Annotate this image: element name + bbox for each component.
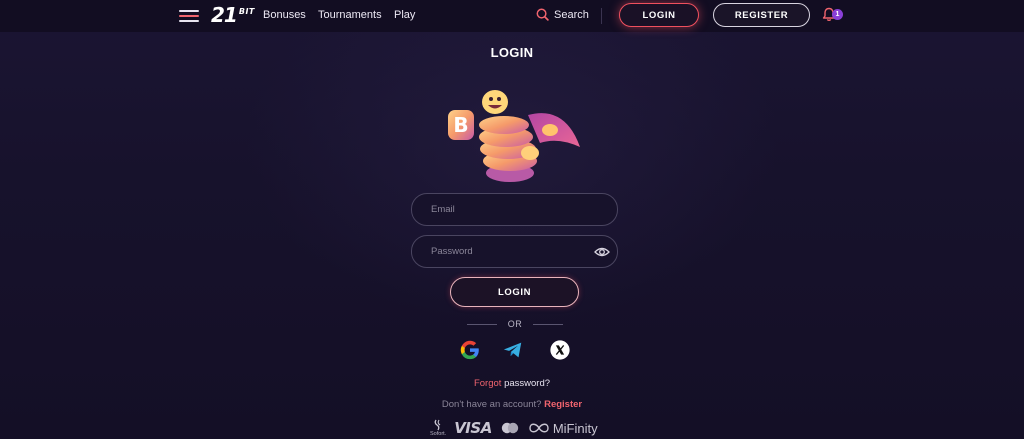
signup-prompt: Don't have an account? Register xyxy=(0,399,1024,410)
password-field[interactable] xyxy=(411,235,618,268)
header-login-button[interactable]: LOGIN xyxy=(619,3,699,27)
search-button[interactable]: Search xyxy=(536,8,589,21)
visa-logo: VISA xyxy=(454,419,492,437)
forgot-password-link[interactable]: Forgot password? xyxy=(0,378,1024,389)
nav-bonuses[interactable]: Bonuses xyxy=(263,9,306,21)
top-header: 21 BIT Bonuses Tournaments Play Search L… xyxy=(0,0,1024,32)
mifinity-logo: MiFinity xyxy=(552,420,598,436)
register-link[interactable]: Register xyxy=(544,399,582,410)
notification-badge: 1 xyxy=(832,9,843,20)
x-icon[interactable] xyxy=(549,339,571,361)
svg-text:B: B xyxy=(453,113,468,137)
site-logo[interactable]: 21 BIT xyxy=(211,4,255,26)
email-input[interactable] xyxy=(412,194,617,225)
password-input[interactable] xyxy=(412,236,617,267)
login-submit-button[interactable]: LOGIN xyxy=(450,277,579,307)
sofort-icon xyxy=(434,419,441,431)
nav-play[interactable]: Play xyxy=(394,9,415,21)
payment-methods: Sofort. VISA MiFinity xyxy=(430,417,598,439)
header-divider xyxy=(601,8,602,24)
email-field[interactable] xyxy=(411,193,618,226)
header-register-button[interactable]: REGISTER xyxy=(713,3,810,27)
or-label: OR xyxy=(507,319,523,329)
sofort-logo: Sofort. xyxy=(430,419,446,437)
or-divider: OR xyxy=(467,318,563,330)
show-password-eye-icon[interactable] xyxy=(594,245,610,259)
search-icon xyxy=(536,8,549,21)
google-icon[interactable] xyxy=(459,339,481,361)
mifinity-icon xyxy=(529,423,549,433)
no-account-text: Don't have an account? xyxy=(441,399,542,410)
coin-stack-mascot-image: B xyxy=(448,90,580,182)
mastercard-icon xyxy=(501,422,519,434)
search-label: Search xyxy=(554,8,589,21)
menu-hamburger-icon[interactable] xyxy=(179,10,199,22)
page-title: LOGIN xyxy=(490,45,534,60)
telegram-icon[interactable] xyxy=(502,339,524,361)
nav-tournaments[interactable]: Tournaments xyxy=(318,9,382,21)
